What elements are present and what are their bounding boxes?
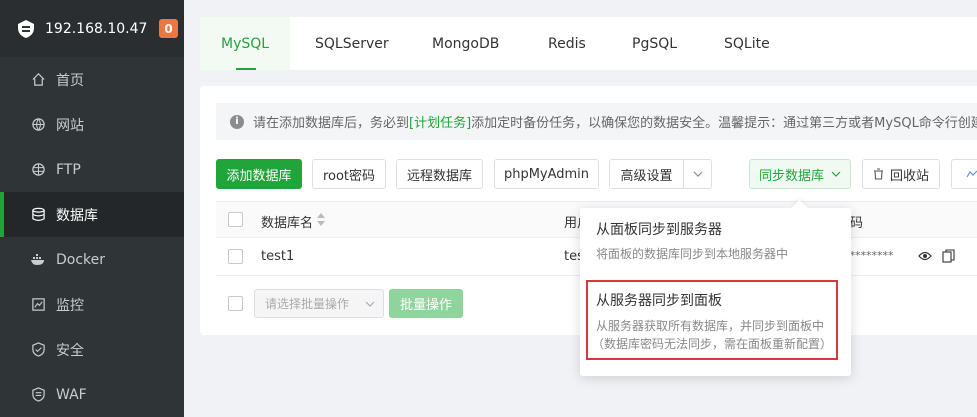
sort-icon[interactable] (317, 213, 325, 226)
tab-mongodb[interactable]: MongoDB (432, 17, 499, 70)
sidebar-item-ftp[interactable]: FTP (0, 147, 184, 192)
trash-icon (873, 168, 883, 180)
sidebar-item-label: FTP (56, 161, 81, 178)
batch-operation-placeholder: 请选择批量操作 (265, 297, 350, 311)
sync-option-panel-to-server[interactable]: 从面板同步到服务器 将面板的数据库同步到本地服务器中 (580, 208, 851, 274)
monitor-icon (30, 297, 46, 313)
db-type-tabs: MySQL SQLServer MongoDB Redis PgSQL SQLi… (200, 17, 977, 70)
database-password: ********* (844, 249, 894, 262)
tab-redis[interactable]: Redis (548, 17, 586, 70)
globe-icon (30, 117, 46, 133)
shield-icon (30, 342, 46, 358)
chart-line-icon (965, 170, 977, 178)
sidebar-item-label: Docker (56, 251, 106, 268)
server-ip: 192.168.10.47 (45, 20, 148, 37)
batch-operation-button[interactable]: 批量操作 (389, 289, 463, 318)
home-icon (30, 72, 46, 88)
copy-icon[interactable] (942, 249, 955, 263)
root-password-button[interactable]: root密码 (312, 159, 386, 189)
column-header-password: 码 (850, 216, 864, 231)
sidebar-item-label: 数据库 (56, 207, 98, 224)
tab-sqlserver[interactable]: SQLServer (315, 17, 389, 70)
sidebar-item-waf[interactable]: WAF (0, 372, 184, 417)
sidebar-header: 192.168.10.47 0 (0, 0, 184, 57)
option-title: 从面板同步到服务器 (596, 222, 722, 238)
waf-shield-icon (30, 387, 46, 403)
sidebar-item-home[interactable]: 首页 (0, 57, 184, 102)
notice-text-before: 请在添加数据库后，务必到 (253, 116, 410, 131)
batch-select-all-checkbox[interactable] (228, 296, 243, 311)
sidebar: 192.168.10.47 0 首页 网站 FTP 数据库 Docker 监控 … (0, 0, 184, 417)
backup-notice: i 请在添加数据库后，务必到 [计划任务] 添加定时备份任务，以确保您的数据安全… (216, 103, 977, 140)
sidebar-item-monitor[interactable]: 监控 (0, 282, 184, 327)
docker-icon (30, 252, 46, 268)
sidebar-item-label: 首页 (56, 72, 84, 89)
database-icon (30, 207, 46, 223)
remote-database-button[interactable]: 远程数据库 (396, 159, 483, 189)
batch-operation-select[interactable]: 请选择批量操作 (254, 289, 384, 318)
sidebar-item-database[interactable]: 数据库 (0, 192, 184, 237)
recycle-bin-label: 回收站 (889, 168, 929, 184)
cron-task-link[interactable]: [计划任务] (409, 112, 471, 131)
sync-database-label: 同步数据库 (758, 168, 824, 184)
database-name: test1 (261, 249, 295, 264)
sidebar-item-docker[interactable]: Docker (0, 237, 184, 282)
advanced-settings-button[interactable]: 高级设置 (609, 159, 684, 189)
notice-text-after: 添加定时备份任务，以确保您的数据安全。温馨提示：通过第三方或者MySQL命令行创… (471, 116, 977, 131)
ftp-globe-icon (30, 162, 46, 178)
sync-database-button[interactable]: 同步数据库 (749, 159, 851, 189)
sidebar-item-website[interactable]: 网站 (0, 102, 184, 147)
eye-icon[interactable] (918, 251, 932, 261)
chevron-down-icon (365, 301, 375, 307)
sidebar-item-label: 安全 (56, 342, 84, 359)
recycle-bin-button[interactable]: 回收站 (862, 159, 940, 189)
chevron-down-icon (693, 171, 702, 177)
notification-badge[interactable]: 0 (159, 19, 178, 38)
tab-mysql[interactable]: MySQL (200, 17, 291, 70)
info-icon: i (230, 114, 244, 129)
server-logo-icon (18, 19, 34, 38)
add-database-button[interactable]: 添加数据库 (216, 159, 302, 189)
select-all-checkbox[interactable] (228, 212, 243, 227)
row-checkbox[interactable] (228, 249, 243, 264)
more-toolbar-button[interactable] (951, 159, 977, 189)
advanced-settings-dropdown[interactable] (683, 159, 712, 189)
tab-pgsql[interactable]: PgSQL (632, 17, 677, 70)
sidebar-item-label: 监控 (56, 297, 84, 314)
chevron-down-icon (831, 171, 841, 177)
sync-database-dropdown: 从面板同步到服务器 将面板的数据库同步到本地服务器中 从服务器同步到面板 从服务… (580, 208, 851, 376)
option-description: 将面板的数据库同步到本地服务器中 (596, 247, 789, 261)
highlight-box (586, 280, 838, 360)
sidebar-item-label: WAF (56, 386, 87, 403)
column-header-name: 数据库名 (261, 216, 314, 231)
sidebar-item-security[interactable]: 安全 (0, 327, 184, 372)
sidebar-item-label: 网站 (56, 117, 84, 134)
tab-sqlite[interactable]: SQLite (724, 17, 770, 70)
phpmyadmin-button[interactable]: phpMyAdmin (494, 159, 599, 189)
